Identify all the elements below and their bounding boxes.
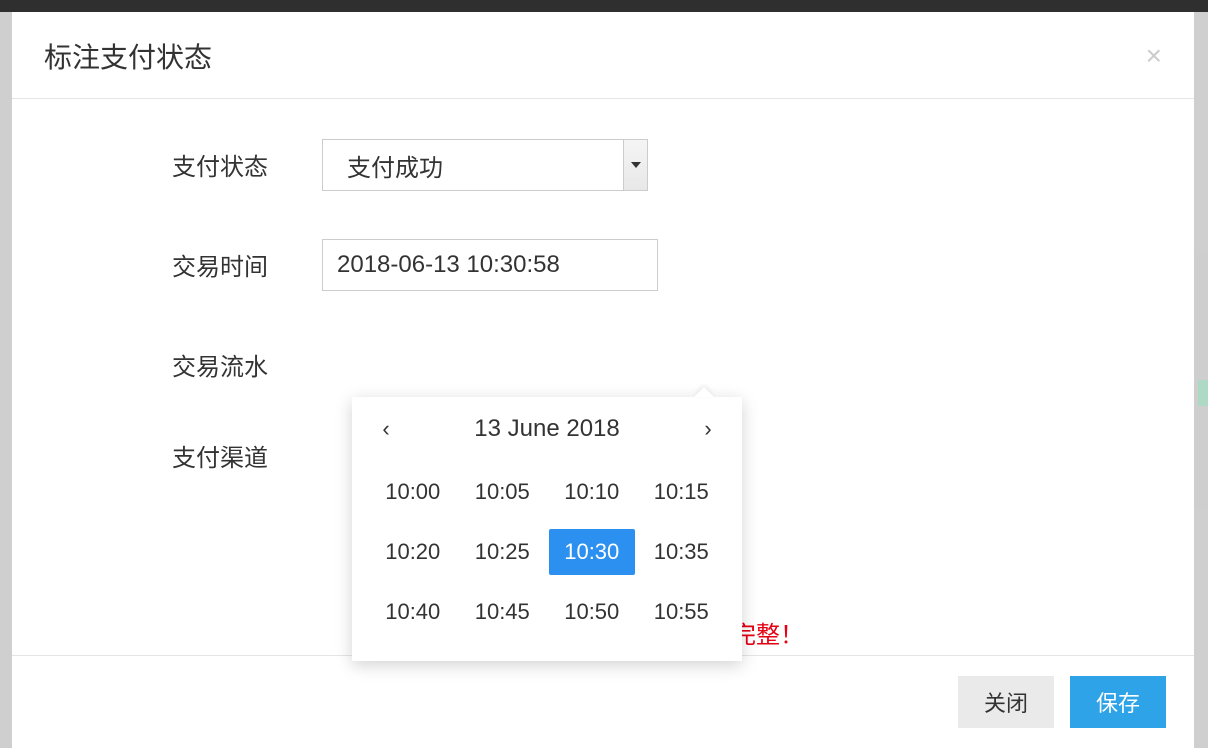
label-transaction-serial: 交易流水 (172, 339, 322, 382)
modal-dialog: 标注支付状态 × 支付状态 支付成功 交易时间 交易流水 支付渠道 ‹ 13 J… (12, 12, 1194, 748)
row-transaction-serial: 交易流水 (12, 339, 1194, 382)
row-payment-status: 支付状态 支付成功 (12, 139, 1194, 191)
close-button[interactable]: 关闭 (958, 676, 1054, 728)
label-payment-channel: 支付渠道 (172, 430, 322, 473)
row-transaction-time: 交易时间 (12, 239, 1194, 291)
modal-header: 标注支付状态 × (12, 12, 1194, 99)
next-icon[interactable]: › (696, 416, 720, 442)
chevron-down-icon[interactable] (623, 140, 647, 190)
select-payment-status[interactable]: 支付成功 (322, 139, 648, 191)
select-value: 支付成功 (347, 148, 443, 183)
time-option[interactable]: 10:45 (460, 589, 546, 635)
time-option[interactable]: 10:00 (370, 469, 456, 515)
time-option[interactable]: 10:30 (549, 529, 635, 575)
input-transaction-time[interactable] (322, 239, 658, 291)
backdrop-left (0, 12, 12, 748)
backdrop-right (1194, 12, 1208, 748)
side-green-tab (1198, 380, 1208, 406)
time-option[interactable]: 10:15 (639, 469, 725, 515)
datepicker-header: ‹ 13 June 2018 › (352, 397, 742, 457)
save-button[interactable]: 保存 (1070, 676, 1166, 728)
label-payment-status: 支付状态 (172, 139, 322, 182)
datetime-picker: ‹ 13 June 2018 › 10:0010:0510:1010:1510:… (352, 397, 742, 661)
label-transaction-time: 交易时间 (172, 239, 322, 282)
top-bar (0, 0, 1208, 12)
prev-icon[interactable]: ‹ (374, 416, 398, 442)
time-option[interactable]: 10:10 (549, 469, 635, 515)
time-option[interactable]: 10:55 (639, 589, 725, 635)
time-option[interactable]: 10:35 (639, 529, 725, 575)
time-grid: 10:0010:0510:1010:15 10:2010:2510:3010:35… (352, 457, 742, 661)
time-option[interactable]: 10:50 (549, 589, 635, 635)
warning-text: 完整！ (732, 615, 804, 650)
time-option[interactable]: 10:05 (460, 469, 546, 515)
datepicker-title[interactable]: 13 June 2018 (474, 415, 619, 443)
time-option[interactable]: 10:40 (370, 589, 456, 635)
modal-footer: 关闭 保存 (12, 655, 1194, 748)
close-icon[interactable]: × (1146, 42, 1162, 70)
time-option[interactable]: 10:25 (460, 529, 546, 575)
modal-title: 标注支付状态 (44, 36, 212, 76)
time-option[interactable]: 10:20 (370, 529, 456, 575)
modal-body: 支付状态 支付成功 交易时间 交易流水 支付渠道 ‹ 13 June 2018 … (12, 99, 1194, 655)
